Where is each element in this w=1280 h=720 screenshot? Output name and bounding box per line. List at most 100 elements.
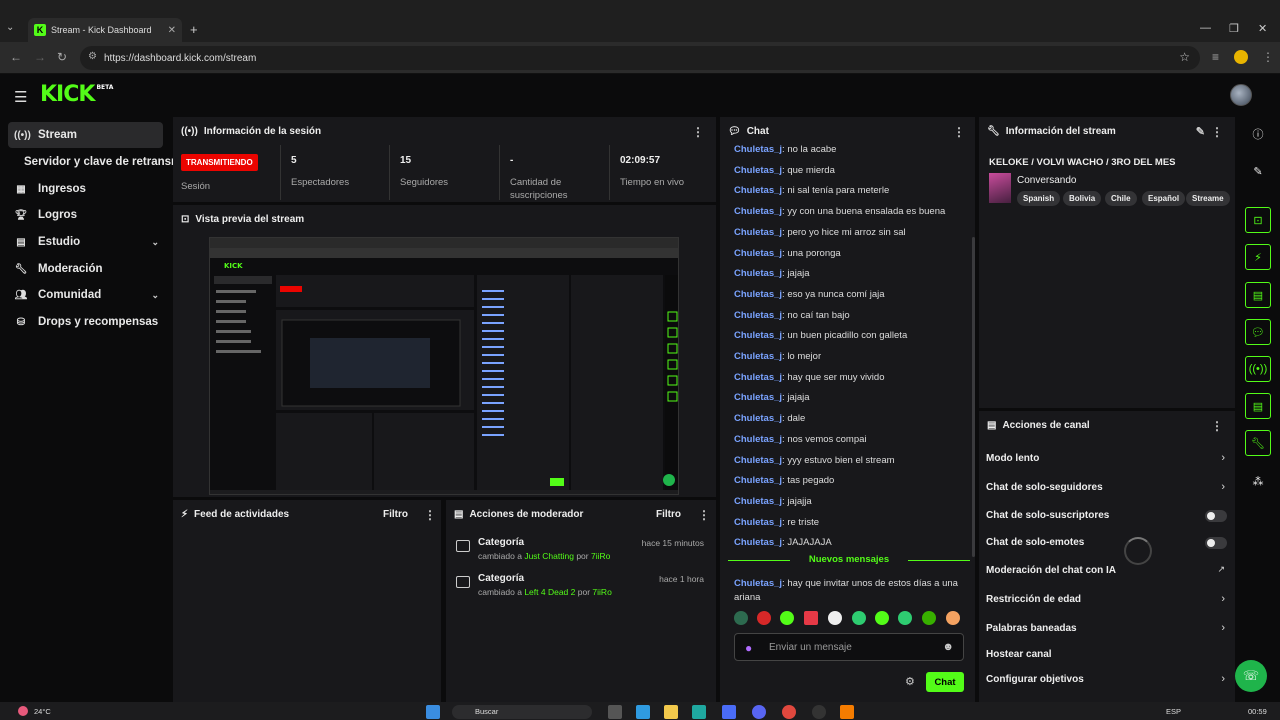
emote-icon[interactable]	[946, 611, 960, 625]
add-widget-icon[interactable]: ⁂	[1245, 468, 1271, 494]
chat-username[interactable]: Chuletas_j	[734, 289, 782, 300]
edit-pencil-icon[interactable]: ✎	[1245, 158, 1271, 184]
more-options-icon[interactable]: ⋮	[692, 125, 704, 139]
emote-icon[interactable]	[898, 611, 912, 625]
menu-hamburger-icon[interactable]: ☰	[14, 88, 27, 106]
preview-toggle-icon[interactable]: ⊡	[1245, 207, 1271, 233]
minimize-icon[interactable]: —	[1200, 22, 1211, 34]
sidebar-item-estudio[interactable]: ▤ Estudio ⌄	[8, 229, 163, 255]
chrome-icon[interactable]	[782, 705, 796, 719]
sidebar-item-comunidad[interactable]: 👥︎ Comunidad ⌄	[8, 282, 163, 308]
activity-toggle-icon[interactable]: ⚡︎	[1245, 244, 1271, 270]
close-tab-icon[interactable]: ✕	[168, 25, 176, 36]
sidebar-item-drops[interactable]: ⛁ Drops y recompensas	[8, 309, 163, 335]
stream-preview-video[interactable]: KICK	[209, 237, 679, 495]
chat-username[interactable]: Chuletas_j	[734, 372, 782, 383]
chat-username[interactable]: Chuletas_j	[734, 434, 782, 445]
kick-logo[interactable]: KICK BETA	[40, 82, 113, 107]
reload-icon[interactable]: ↻	[57, 50, 67, 64]
clock[interactable]: 00:59	[1248, 707, 1267, 716]
chat-username[interactable]: Chuletas_j	[734, 351, 782, 362]
browser-menu-icon[interactable]: ⋮	[1262, 50, 1274, 64]
chat-username[interactable]: Chuletas_j	[734, 310, 782, 321]
chat-message-input[interactable]: ● Enviar un mensaje ☻	[734, 633, 964, 661]
bookmark-star-icon[interactable]: ☆	[1179, 50, 1190, 64]
chat-username[interactable]: Chuletas_j	[734, 227, 782, 238]
restore-icon[interactable]: ❐	[1229, 22, 1239, 35]
more-options-icon[interactable]: ⋮	[953, 125, 965, 139]
discord-icon[interactable]	[752, 705, 766, 719]
edit-pencil-icon[interactable]: ✎	[1196, 125, 1205, 138]
sidebar-item-logros[interactable]: 🏆︎ Logros	[8, 202, 163, 228]
emoji-picker-icon[interactable]: ☻	[942, 641, 954, 653]
emote-icon[interactable]	[828, 611, 842, 625]
tag-chip[interactable]: Español	[1142, 191, 1186, 206]
close-window-icon[interactable]: ✕	[1258, 22, 1267, 35]
language-indicator[interactable]: ESP	[1166, 707, 1181, 716]
back-icon[interactable]: ←	[10, 50, 22, 64]
browser-tab[interactable]: K Stream - Kick Dashboard ✕	[28, 18, 182, 42]
emote-icon[interactable]	[734, 611, 748, 625]
more-options-icon[interactable]: ⋮	[1211, 419, 1223, 433]
url-field[interactable]: ⚙ https://dashboard.kick.com/stream ☆	[80, 46, 1200, 70]
more-options-icon[interactable]: ⋮	[1211, 125, 1223, 139]
moderator-toggle-icon[interactable]: ▤	[1245, 282, 1271, 308]
stream-info-toggle-icon[interactable]: 🔧︎	[1245, 430, 1271, 456]
chat-username[interactable]: Chuletas_j	[734, 144, 782, 155]
chat-username[interactable]: Chuletas_j	[734, 496, 782, 507]
sidebar-item-stream[interactable]: ((•)) Stream	[8, 122, 163, 148]
microphone-icon[interactable]: ●	[745, 641, 752, 655]
taskbar-search[interactable]	[452, 705, 592, 719]
tag-chip[interactable]: Bolivia	[1063, 191, 1102, 206]
emotes-only-toggle[interactable]	[1205, 537, 1227, 549]
chat-username[interactable]: Chuletas_j	[734, 268, 782, 279]
new-messages-divider[interactable]: Nuevos mensajes	[728, 554, 970, 565]
forward-icon[interactable]: →	[34, 50, 46, 64]
emote-icon[interactable]	[804, 611, 818, 625]
chat-username[interactable]: Chuletas_j	[734, 248, 782, 259]
channel-actions-toggle-icon[interactable]: ▤	[1245, 393, 1271, 419]
emote-icon[interactable]	[852, 611, 866, 625]
emote-icon[interactable]	[780, 611, 794, 625]
session-toggle-icon[interactable]: ((•))	[1245, 356, 1271, 382]
weather-temp[interactable]: 24°C	[34, 707, 51, 716]
chat-settings-gear-icon[interactable]: ⚙	[905, 675, 915, 688]
obs-icon[interactable]	[812, 705, 826, 719]
chat-username[interactable]: Chuletas_j	[734, 330, 782, 341]
site-info-icon[interactable]: ⚙	[88, 51, 97, 62]
tag-chip[interactable]: Chile	[1105, 191, 1137, 206]
emote-icon[interactable]	[757, 611, 771, 625]
stream-category[interactable]: Conversando	[1017, 175, 1076, 186]
chat-username[interactable]: Chuletas_j	[734, 517, 782, 528]
moderator-filter-button[interactable]: Filtro	[656, 509, 681, 520]
reading-list-icon[interactable]: ≡	[1212, 50, 1219, 64]
chat-username[interactable]: Chuletas_j	[734, 206, 782, 217]
chat-scrollbar[interactable]	[972, 237, 975, 557]
info-icon[interactable]: ⓘ	[1245, 121, 1271, 147]
new-tab-icon[interactable]: +	[190, 22, 198, 37]
more-options-icon[interactable]: ⋮	[424, 508, 436, 522]
tab-list-icon[interactable]: ⌄	[6, 22, 14, 33]
app-icon[interactable]	[840, 705, 854, 719]
more-options-icon[interactable]: ⋮	[698, 508, 710, 522]
chat-username[interactable]: Chuletas_j	[734, 185, 782, 196]
app-icon[interactable]	[636, 705, 650, 719]
emote-icon[interactable]	[875, 611, 889, 625]
sidebar-item-moderacion[interactable]: 🔧︎ Moderación	[8, 256, 163, 282]
file-explorer-icon[interactable]	[664, 705, 678, 719]
feed-filter-button[interactable]: Filtro	[383, 509, 408, 520]
user-avatar[interactable]	[1230, 84, 1252, 106]
tag-chip[interactable]: Streame	[1186, 191, 1230, 206]
send-chat-button[interactable]: Chat	[926, 672, 964, 692]
extension-avatar-icon[interactable]	[1234, 50, 1248, 64]
tag-chip[interactable]: Spanish	[1017, 191, 1061, 206]
chat-username[interactable]: Chuletas_j	[734, 413, 782, 424]
task-view-icon[interactable]	[608, 705, 622, 719]
support-chat-icon[interactable]: ☏	[1235, 660, 1267, 692]
windows-start-icon[interactable]	[426, 705, 440, 719]
chat-username[interactable]: Chuletas_j	[734, 392, 782, 403]
store-icon[interactable]	[722, 705, 736, 719]
chat-username[interactable]: Chuletas_j	[734, 165, 782, 176]
sidebar-item-ingresos[interactable]: ▦ Ingresos	[8, 176, 163, 202]
edge-icon[interactable]	[692, 705, 706, 719]
